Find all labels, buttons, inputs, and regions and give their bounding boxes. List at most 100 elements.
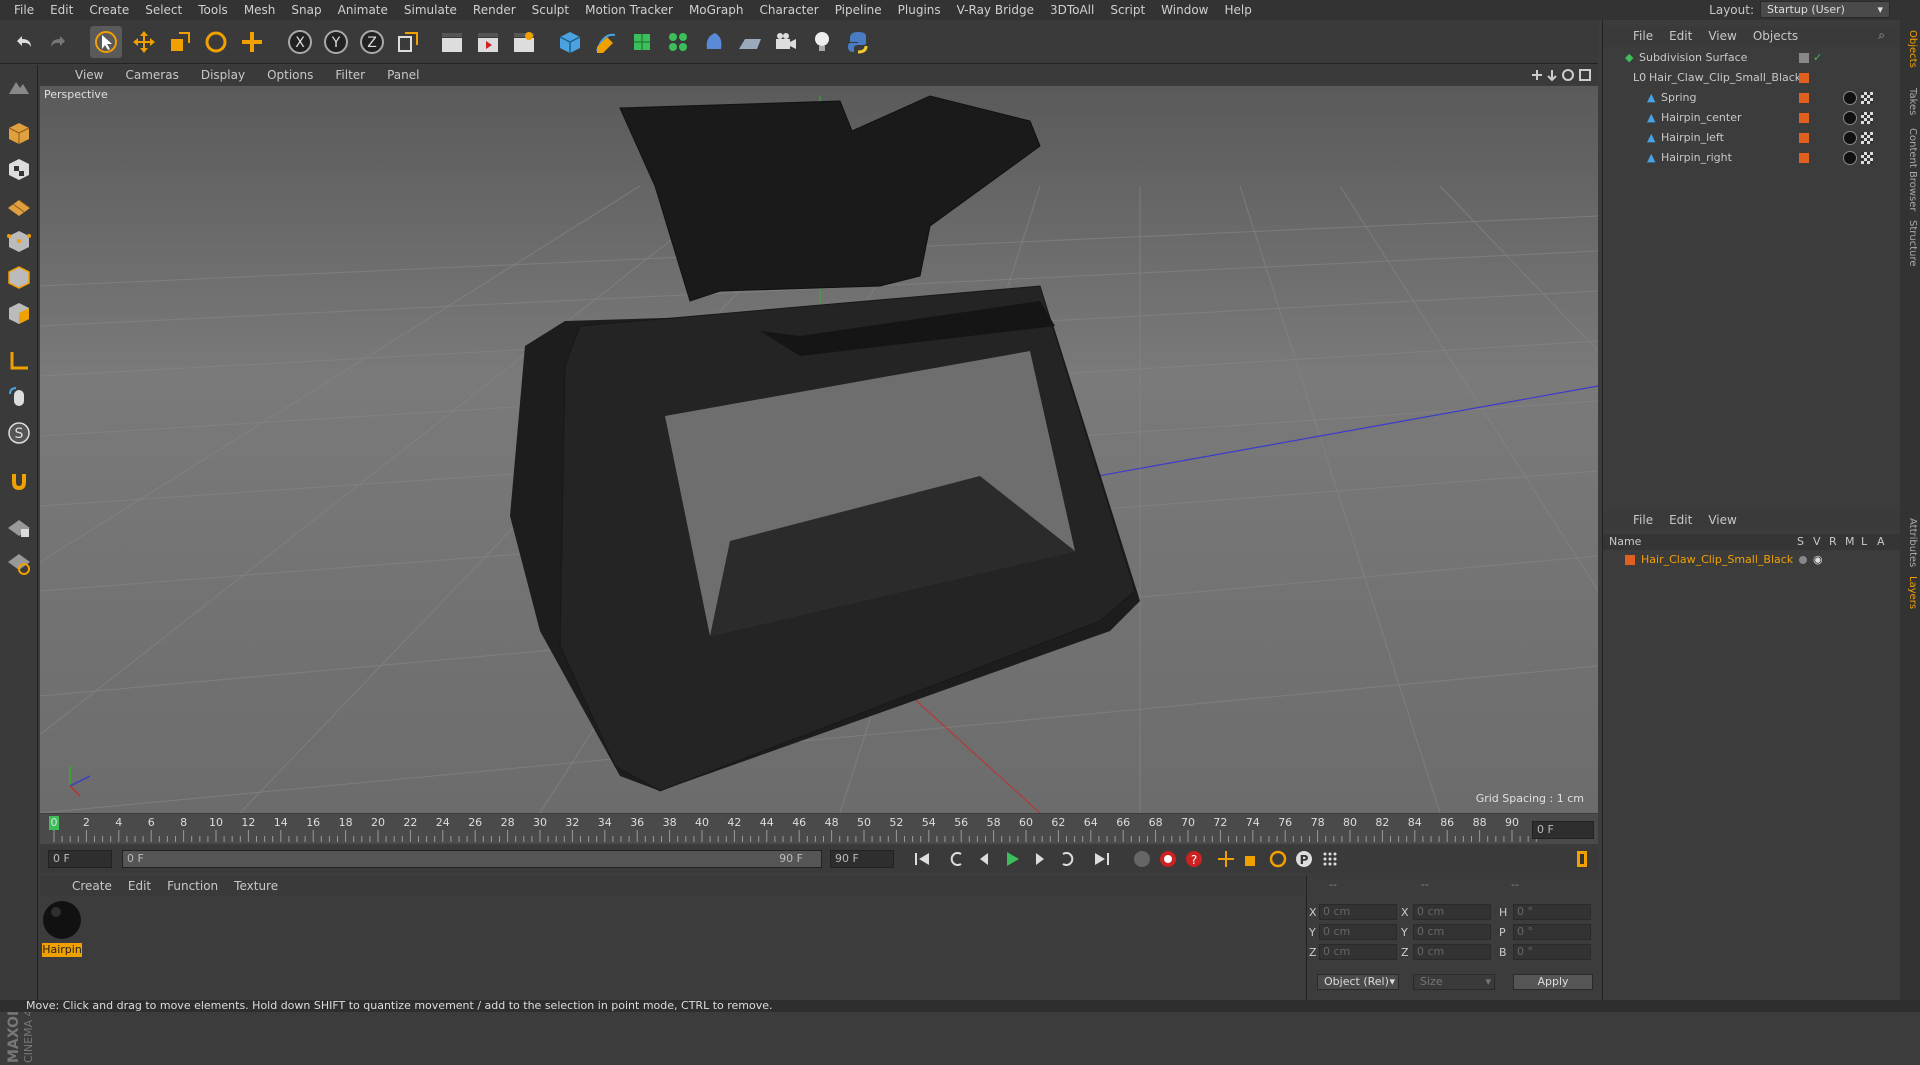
next-keyframe-button[interactable]: [1056, 847, 1080, 871]
preview-range-slider[interactable]: 0 F 90 F: [122, 850, 822, 868]
timeline-layout-button[interactable]: [1570, 847, 1594, 871]
tweak-mode-button[interactable]: [3, 381, 35, 413]
move-tool-button[interactable]: [128, 26, 160, 58]
layer-color-tag[interactable]: [1799, 153, 1809, 163]
size-mode-dropdown[interactable]: Size ▾: [1413, 974, 1495, 990]
add-light-button[interactable]: [806, 26, 838, 58]
check-icon[interactable]: ✓: [1813, 48, 1822, 68]
axis-mode-button[interactable]: [3, 345, 35, 377]
menu-motion-tracker[interactable]: Motion Tracker: [577, 3, 681, 17]
material-swatch[interactable]: Hairpin: [42, 900, 82, 957]
prev-keyframe-button[interactable]: [944, 847, 968, 871]
rotation-p-field[interactable]: 0 °: [1513, 924, 1591, 940]
apply-button[interactable]: Apply: [1513, 974, 1593, 990]
menu-snap[interactable]: Snap: [283, 3, 329, 17]
lm-menu-file[interactable]: File: [1625, 513, 1661, 527]
layer-color-tag[interactable]: [1799, 93, 1809, 103]
make-editable-button[interactable]: [3, 71, 35, 103]
menu-file[interactable]: File: [6, 3, 42, 17]
add-floor-button[interactable]: [734, 26, 766, 58]
prev-frame-button[interactable]: [972, 847, 996, 871]
object-row-hairpin-center[interactable]: ▲ Hairpin_center: [1603, 108, 1901, 128]
viewport-menu-cameras[interactable]: Cameras: [114, 68, 189, 82]
z-axis-button[interactable]: Z: [356, 26, 388, 58]
keyframe-selection-button[interactable]: ?: [1182, 847, 1206, 871]
key-parameter-button[interactable]: P: [1292, 847, 1316, 871]
menu-mograph[interactable]: MoGraph: [681, 3, 752, 17]
viewport-menu-panel[interactable]: Panel: [376, 68, 430, 82]
magnet-button[interactable]: [3, 465, 35, 497]
tab-layers[interactable]: Layers: [1902, 576, 1918, 609]
undo-button[interactable]: [8, 26, 40, 58]
menu-help[interactable]: Help: [1216, 3, 1259, 17]
add-camera-button[interactable]: [770, 26, 802, 58]
menu-sculpt[interactable]: Sculpt: [524, 3, 577, 17]
om-menu-file[interactable]: File: [1625, 29, 1661, 43]
texture-tag-icon[interactable]: [1861, 132, 1873, 144]
add-deformer-button[interactable]: [698, 26, 730, 58]
key-pla-button[interactable]: [1318, 847, 1342, 871]
material-menu-edit[interactable]: Edit: [120, 879, 159, 893]
tab-attributes[interactable]: Attributes: [1902, 518, 1918, 567]
menu-window[interactable]: Window: [1153, 3, 1216, 17]
texture-tag-icon[interactable]: [1861, 152, 1873, 164]
snap-button[interactable]: S: [3, 417, 35, 449]
rotate-tool-button[interactable]: [200, 26, 232, 58]
menu-render[interactable]: Render: [465, 3, 524, 17]
perspective-viewport[interactable]: Perspective Grid Spacing : 1 cm: [40, 86, 1598, 813]
object-row-hair-claw-clip[interactable]: L0 Hair_Claw_Clip_Small_Black: [1603, 68, 1901, 88]
layout-select[interactable]: Startup (User) ▾: [1760, 1, 1890, 18]
menu-animate[interactable]: Animate: [330, 3, 396, 17]
autokey-button[interactable]: [1156, 847, 1180, 871]
goto-start-button[interactable]: [910, 847, 934, 871]
layer-color-tag[interactable]: [1799, 73, 1809, 83]
rotation-b-field[interactable]: 0 °: [1513, 944, 1591, 960]
y-axis-button[interactable]: Y: [320, 26, 352, 58]
points-mode-button[interactable]: [3, 225, 35, 257]
menu-character[interactable]: Character: [751, 3, 826, 17]
timeline-ruler[interactable]: 0 2 4 6 8 10 12 14 16 18 20 22 24 26 28 30 32 34 36 38 40 42 4…: [40, 814, 1598, 844]
menu-pipeline[interactable]: Pipeline: [827, 3, 890, 17]
lm-menu-edit[interactable]: Edit: [1661, 513, 1700, 527]
record-active-button[interactable]: [1130, 847, 1154, 871]
layer-row[interactable]: Hair_Claw_Clip_Small_Black ◉: [1603, 550, 1901, 570]
edges-mode-button[interactable]: [3, 261, 35, 293]
menu-3dtoall[interactable]: 3DToAll: [1042, 3, 1102, 17]
menu-select[interactable]: Select: [137, 3, 190, 17]
eye-icon[interactable]: ◉: [1813, 550, 1823, 570]
texture-tag-icon[interactable]: [1861, 112, 1873, 124]
x-axis-button[interactable]: X: [284, 26, 316, 58]
render-view-button[interactable]: [436, 26, 468, 58]
material-tag-icon[interactable]: [1843, 91, 1857, 105]
position-y-field[interactable]: 0 cm: [1319, 924, 1397, 940]
position-z-field[interactable]: 0 cm: [1319, 944, 1397, 960]
key-scale-button[interactable]: [1240, 847, 1264, 871]
render-to-picture-viewer-button[interactable]: [472, 26, 504, 58]
viewport-menu-options[interactable]: Options: [256, 68, 324, 82]
object-row-hairpin-right[interactable]: ▲ Hairpin_right: [1603, 148, 1901, 168]
size-x-field[interactable]: 0 cm: [1413, 904, 1491, 920]
add-cube-button[interactable]: [554, 26, 586, 58]
key-position-button[interactable]: [1214, 847, 1238, 871]
live-selection-button[interactable]: [90, 26, 122, 58]
coordinate-system-button[interactable]: [392, 26, 424, 58]
menu-script[interactable]: Script: [1102, 3, 1153, 17]
model-mode-button[interactable]: [3, 117, 35, 149]
tab-content-browser[interactable]: Content Browser: [1902, 128, 1918, 211]
menu-edit[interactable]: Edit: [42, 3, 81, 17]
lock-workplane-button[interactable]: [3, 511, 35, 543]
polygons-mode-button[interactable]: [3, 297, 35, 329]
rotation-h-field[interactable]: 0 °: [1513, 904, 1591, 920]
layer-color-swatch[interactable]: [1625, 555, 1635, 565]
texture-tag-icon[interactable]: [1861, 92, 1873, 104]
material-menu-texture[interactable]: Texture: [226, 879, 286, 893]
workplane-mode-button[interactable]: [3, 189, 35, 221]
material-menu-create[interactable]: Create: [64, 879, 120, 893]
om-menu-objects[interactable]: Objects: [1745, 29, 1806, 43]
size-z-field[interactable]: 0 cm: [1413, 944, 1491, 960]
material-tag-icon[interactable]: [1843, 111, 1857, 125]
key-rotation-button[interactable]: [1266, 847, 1290, 871]
menu-simulate[interactable]: Simulate: [396, 3, 465, 17]
tab-objects[interactable]: Objects: [1902, 30, 1918, 68]
workplane-align-button[interactable]: [3, 547, 35, 579]
